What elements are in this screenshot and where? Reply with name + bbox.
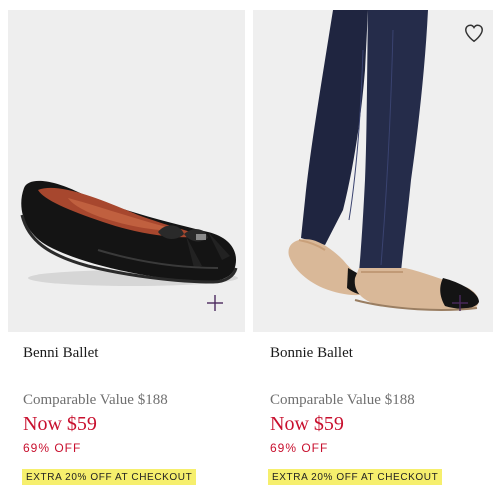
heart-icon[interactable] — [463, 22, 485, 44]
sale-price: Now $59 — [23, 413, 97, 435]
promo-badge: EXTRA 20% OFF AT CHECKOUT — [22, 469, 197, 485]
product-card[interactable]: Bonnie Ballet Comparable Value $188 Now … — [246, 0, 493, 491]
product-card[interactable]: Benni Ballet Comparable Value $188 Now $… — [0, 0, 246, 491]
nude-ballet-flat-model-image — [253, 10, 493, 332]
product-name[interactable]: Benni Ballet — [23, 345, 98, 362]
black-ballet-flat-image — [20, 180, 238, 286]
promo-badge: EXTRA 20% OFF AT CHECKOUT — [268, 469, 443, 485]
plus-icon[interactable] — [451, 294, 469, 312]
discount-percent: 69% OFF — [23, 441, 82, 455]
comparable-value: Comparable Value $188 — [270, 392, 415, 408]
product-image[interactable] — [8, 10, 245, 332]
discount-percent: 69% OFF — [270, 441, 329, 455]
product-image[interactable] — [253, 10, 493, 332]
plus-icon[interactable] — [206, 294, 224, 312]
sale-price: Now $59 — [270, 413, 344, 435]
comparable-value: Comparable Value $188 — [23, 392, 168, 408]
product-name[interactable]: Bonnie Ballet — [270, 345, 353, 362]
